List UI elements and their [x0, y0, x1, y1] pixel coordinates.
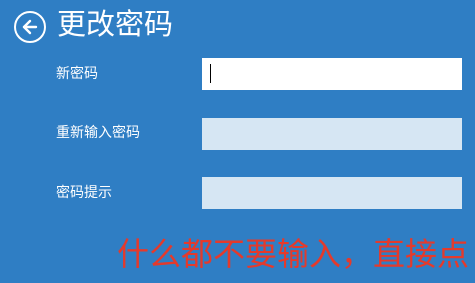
retype-password-field[interactable] — [202, 118, 462, 150]
annotation-text: 什么都不要输入，直接点 — [117, 235, 470, 273]
new-password-field[interactable] — [202, 58, 462, 90]
page-title: 更改密码 — [57, 7, 174, 41]
password-hint-field[interactable] — [202, 177, 462, 209]
retype-password-label: 重新输入密码 — [56, 125, 140, 141]
new-password-label: 新密码 — [56, 66, 98, 82]
text-caret — [210, 64, 211, 83]
back-button[interactable] — [14, 11, 46, 43]
back-arrow-icon — [22, 19, 38, 35]
password-hint-label: 密码提示 — [56, 185, 112, 201]
